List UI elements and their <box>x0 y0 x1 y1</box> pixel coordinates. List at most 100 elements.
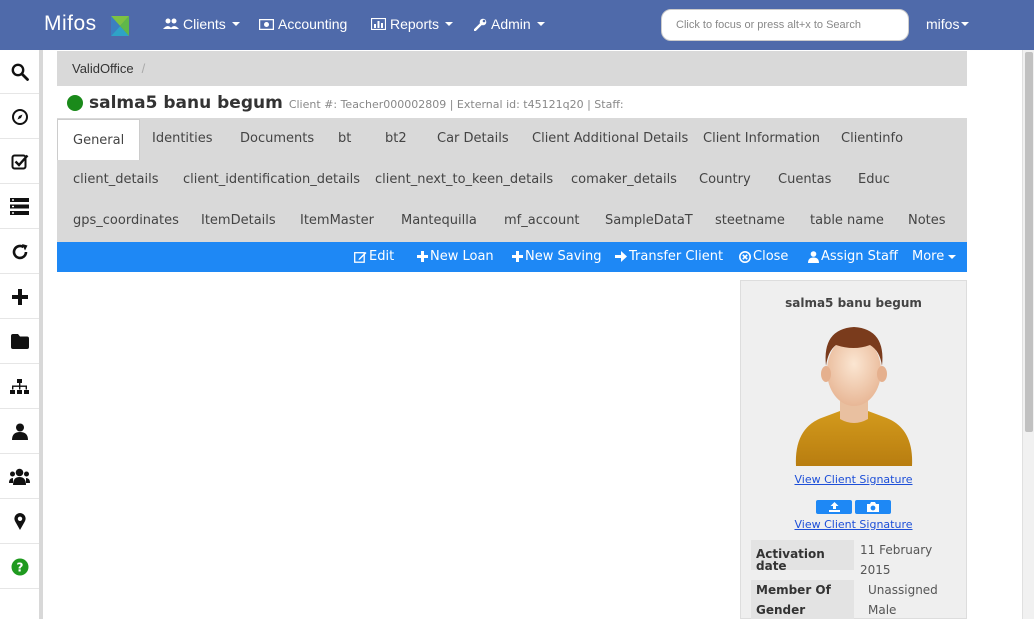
tab-client-information[interactable]: Client Information <box>703 118 820 159</box>
chevron-down-icon <box>231 22 240 26</box>
list-icon <box>10 198 29 215</box>
info-label: Member Of <box>751 580 854 600</box>
breadcrumb-office[interactable]: ValidOffice <box>72 61 134 76</box>
page-scrollbar[interactable] <box>1022 50 1034 619</box>
tab-notes[interactable]: Notes <box>908 200 946 241</box>
edit-button[interactable]: Edit <box>354 249 394 264</box>
tab-label: Client Information <box>703 131 821 146</box>
user-icon <box>808 250 819 263</box>
info-value: 11 February 2015 <box>860 543 933 577</box>
sidebar-search[interactable] <box>0 50 39 94</box>
tab-comaker-details[interactable]: comaker_details <box>571 159 677 200</box>
tab-educ[interactable]: Educ <box>858 159 890 200</box>
info-value: Unassigned <box>868 583 938 597</box>
bar-chart-icon <box>371 18 386 30</box>
view-client-signature-link[interactable]: View Client Signature <box>741 473 966 486</box>
tab-label: Mantequilla <box>401 213 477 228</box>
tab-mf-account[interactable]: mf_account <box>504 200 580 241</box>
close-button[interactable]: Close <box>739 249 788 264</box>
new-loan-button[interactable]: New Loan <box>417 249 494 264</box>
sidebar-refresh[interactable] <box>0 230 39 274</box>
tab-identities[interactable]: Identities <box>152 118 213 159</box>
sidebar-user[interactable] <box>0 410 39 454</box>
info-label: Activation date <box>751 540 854 572</box>
transfer-client-label: Transfer Client <box>629 249 724 264</box>
tab-documents[interactable]: Documents <box>240 118 314 159</box>
folder-icon <box>10 334 29 349</box>
tab-label: Car Details <box>437 131 509 146</box>
sidebar-location[interactable] <box>0 500 39 544</box>
tab-itemmaster[interactable]: ItemMaster <box>300 200 374 241</box>
sidebar-groups[interactable] <box>0 455 39 499</box>
tab-label: client_identification_details <box>183 172 361 187</box>
user-menu[interactable]: mifos <box>926 16 970 32</box>
app-logo[interactable]: Mifos <box>44 12 97 36</box>
info-value: Male <box>868 603 897 617</box>
sidebar-tasks[interactable] <box>0 185 39 229</box>
tab-client-additional-details[interactable]: Client Additional Details <box>532 118 688 159</box>
client-tabs: General Identities Documents bt bt2 Car … <box>57 118 967 242</box>
view-client-signature-link-2[interactable]: View Client Signature <box>741 518 966 531</box>
money-icon <box>259 18 274 30</box>
mifos-logo-icon <box>111 16 129 36</box>
map-marker-icon <box>13 513 26 530</box>
scrollbar-thumb[interactable] <box>1025 52 1033 432</box>
sidebar-help[interactable]: ? <box>0 545 39 589</box>
tab-bt[interactable]: bt <box>338 118 351 159</box>
tab-bt2[interactable]: bt2 <box>385 118 407 159</box>
transfer-client-button[interactable]: Transfer Client <box>615 249 723 264</box>
help-icon: ? <box>11 558 28 575</box>
new-saving-label: New Saving <box>525 249 602 264</box>
compass-icon <box>11 108 28 125</box>
tab-cuentas[interactable]: Cuentas <box>778 159 831 200</box>
arrow-right-icon <box>615 251 627 262</box>
tab-clientinfo[interactable]: Clientinfo <box>841 118 903 159</box>
nav-reports[interactable]: Reports <box>371 16 454 32</box>
tab-label: ItemDetails <box>201 213 276 228</box>
profile-client-name: salma5 banu begum <box>785 296 922 310</box>
tab-steetname[interactable]: steetname <box>715 200 785 241</box>
user-name: mifos <box>926 16 960 32</box>
more-menu-button[interactable]: More <box>912 249 957 264</box>
info-row-gender: Gender Male <box>746 600 962 619</box>
top-navbar: Mifos Clients Accounting Reports Admin C… <box>0 0 1034 50</box>
client-name: salma5 banu begum <box>89 93 283 113</box>
sitemap-icon <box>10 378 29 394</box>
nav-clients[interactable]: Clients <box>163 16 240 32</box>
tab-itemdetails[interactable]: ItemDetails <box>201 200 276 241</box>
sidebar-organization[interactable] <box>0 365 39 409</box>
tab-label: bt <box>338 131 352 146</box>
tab-label: client_next_to_keen_details <box>375 172 554 187</box>
tab-label: ItemMaster <box>300 213 374 228</box>
capture-photo-button[interactable] <box>855 500 891 514</box>
search-input[interactable]: Click to focus or press alt+x to Search <box>661 9 909 41</box>
tab-sampledatat[interactable]: SampleDataT <box>605 200 693 241</box>
tab-mantequilla[interactable]: Mantequilla <box>401 200 477 241</box>
new-saving-button[interactable]: New Saving <box>512 249 602 264</box>
tab-general[interactable]: General <box>57 119 141 160</box>
client-info-table: Activation date 11 February 2015 Member … <box>746 540 962 619</box>
upload-signature-button[interactable] <box>816 500 852 514</box>
assign-staff-button[interactable]: Assign Staff <box>808 249 898 264</box>
sidebar-navigation[interactable] <box>0 95 39 139</box>
sidebar-checker[interactable] <box>0 140 39 184</box>
sidebar-folder[interactable] <box>0 320 39 364</box>
tab-table-name[interactable]: table name <box>810 200 884 241</box>
client-profile-card: salma5 banu begum View Client Signature … <box>740 280 967 619</box>
tab-label: Cuentas <box>778 172 832 187</box>
tab-client-next-to-keen-details[interactable]: client_next_to_keen_details <box>375 159 553 200</box>
tab-client-details[interactable]: client_details <box>73 159 159 200</box>
nav-admin[interactable]: Admin <box>474 16 545 32</box>
tab-label: Client Additional Details <box>532 131 689 146</box>
tab-client-identification-details[interactable]: client_identification_details <box>183 159 360 200</box>
tab-label: SampleDataT <box>605 213 693 228</box>
tab-car-details[interactable]: Car Details <box>437 118 509 159</box>
new-loan-label: New Loan <box>430 249 494 264</box>
tab-country[interactable]: Country <box>699 159 751 200</box>
tab-label: Identities <box>152 131 213 146</box>
refresh-icon <box>12 243 27 259</box>
tab-gps-coordinates[interactable]: gps_coordinates <box>73 200 179 241</box>
sidebar-create[interactable] <box>0 275 39 319</box>
tab-label: client_details <box>73 172 159 187</box>
nav-accounting[interactable]: Accounting <box>259 16 347 32</box>
